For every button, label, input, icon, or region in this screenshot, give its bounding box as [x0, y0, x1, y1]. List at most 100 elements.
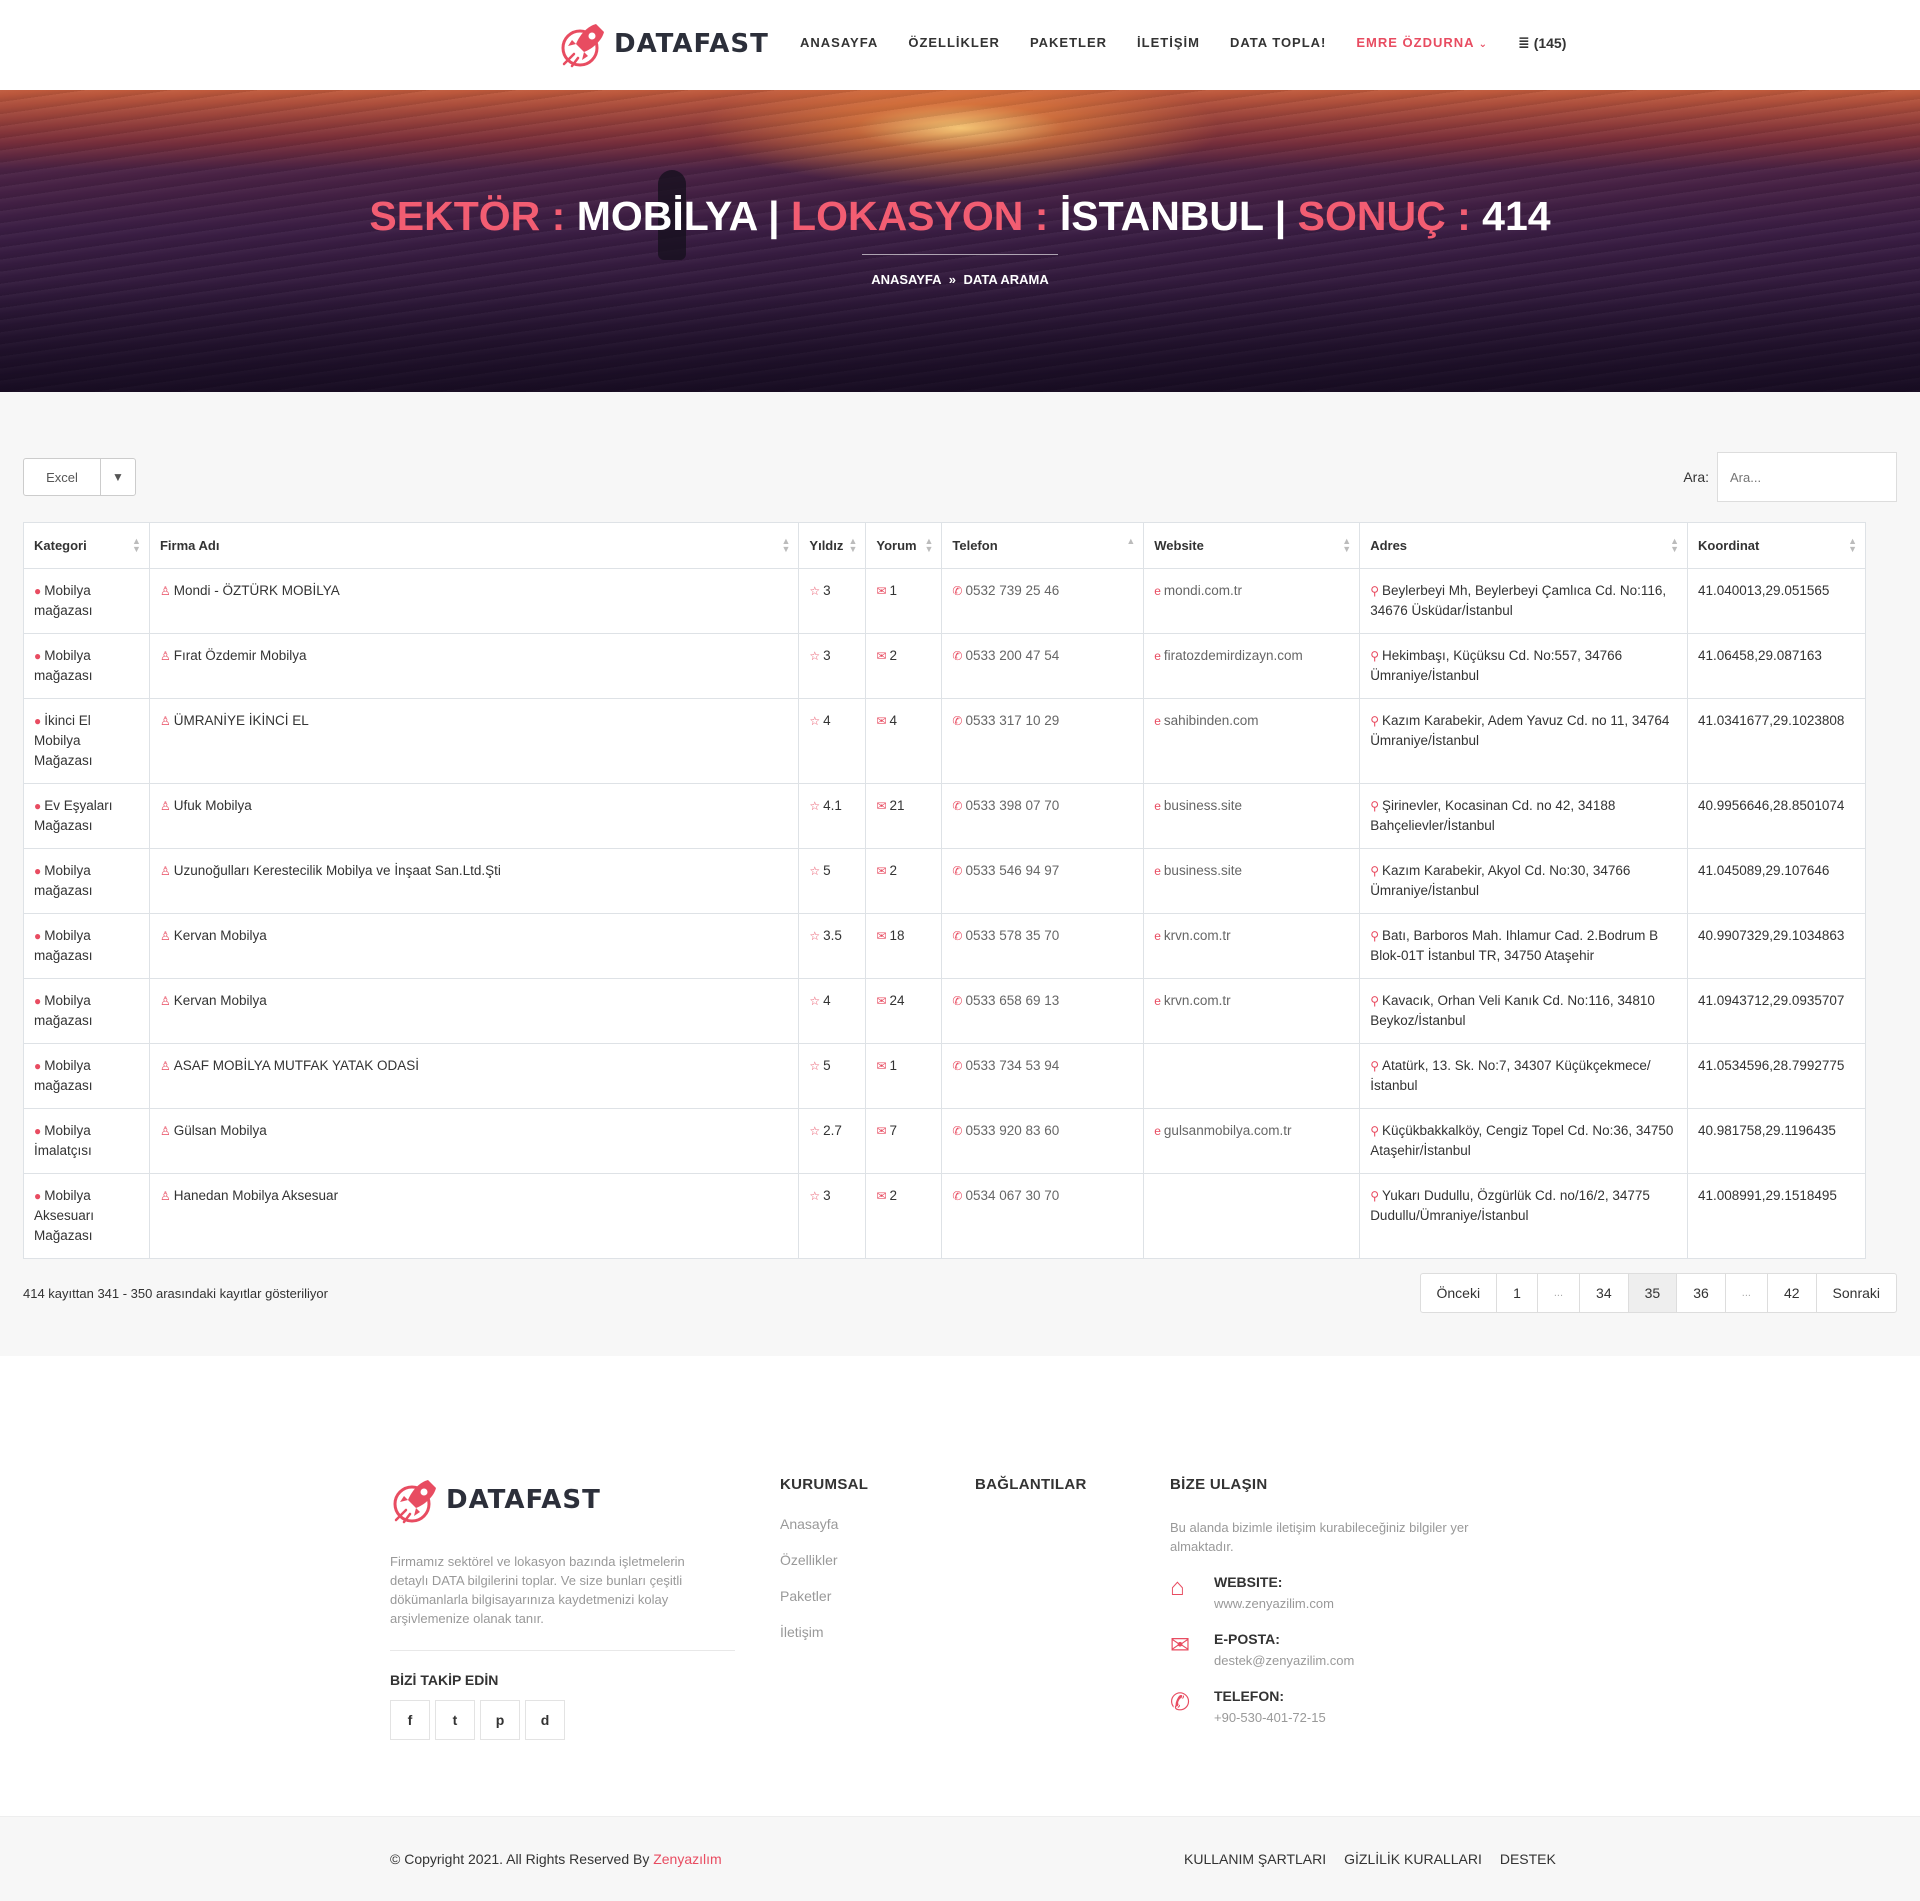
footer-link-features[interactable]: Özellikler [780, 1552, 838, 1568]
cell-coordinate-text: 41.008991,29.1518495 [1697, 1188, 1837, 1203]
terms-link[interactable]: KULLANIM ŞARTLARI [1184, 1851, 1326, 1867]
cell-website[interactable]: e krvn.com.tr [1143, 978, 1361, 1044]
footer-link-contact[interactable]: İletişim [780, 1624, 838, 1640]
col-header-website[interactable]: Website ▲ ▼ [1143, 522, 1361, 569]
col-header-phone[interactable]: Telefon ▲ [941, 522, 1145, 569]
nav-home[interactable]: ANASAYFA [800, 35, 878, 50]
cell-reviews: ✉ 21 [865, 783, 943, 849]
star-icon: ☆ [809, 1059, 821, 1073]
search-input[interactable] [1717, 452, 1897, 502]
support-link[interactable]: DESTEK [1500, 1851, 1556, 1867]
facebook-icon[interactable]: f [390, 1700, 430, 1740]
dropdown-arrow-icon[interactable]: ▼ [101, 459, 135, 495]
category-icon: ● [34, 1189, 42, 1203]
cell-phone-text: 0532 739 25 46 [965, 583, 1060, 598]
phone-value[interactable]: +90-530-401-72-15 [1214, 1710, 1326, 1725]
page-title: SEKTÖR : MOBİLYA | LOKASYON : İSTANBUL |… [0, 193, 1920, 240]
cell-website[interactable]: e business.site [1143, 848, 1361, 914]
user-icon: ♙ [159, 929, 171, 943]
cell-coordinate: 41.008991,29.1518495 [1686, 1173, 1867, 1259]
cell-website-text: krvn.com.tr [1163, 928, 1231, 943]
copyright-brand-link[interactable]: Zenyazılım [653, 1851, 721, 1867]
cell-rating-text: 4 [823, 713, 831, 728]
col-header-rating[interactable]: Yıldız ▲ ▼ [798, 522, 867, 569]
cell-category-text: Mobilya mağazası [34, 1058, 93, 1093]
location-value: İSTANBUL [1059, 193, 1264, 239]
cell-company-text: Kervan Mobilya [173, 928, 267, 943]
pagination-prev[interactable]: Önceki [1421, 1274, 1498, 1312]
cell-address-text: Yukarı Dudullu, Özgürlük Cd. no/16/2, 34… [1370, 1188, 1650, 1223]
user-name: EMRE ÖZDURNA [1356, 35, 1475, 50]
cell-coordinate-text: 41.0534596,28.7992775 [1697, 1058, 1845, 1073]
pinterest-icon[interactable]: p [480, 1700, 520, 1740]
nav-user-menu[interactable]: EMRE ÖZDURNA ⌄ [1356, 35, 1488, 50]
cell-reviews-text: 2 [889, 863, 897, 878]
cell-coordinate: 40.9956646,28.8501074 [1686, 783, 1867, 849]
col-header-category[interactable]: Kategori ▲ ▼ [23, 522, 150, 569]
cell-website [1143, 1043, 1361, 1109]
col-header-reviews[interactable]: Yorum ▲ ▼ [865, 522, 943, 569]
cell-phone-text: 0533 317 10 29 [965, 713, 1060, 728]
table-info: 414 kayıttan 341 - 350 arasındaki kayıtl… [23, 1285, 328, 1301]
footer-logo[interactable]: DATAFAST [390, 1474, 601, 1526]
excel-export-button[interactable]: Excel ▼ [23, 458, 136, 496]
social-links: f t p d [390, 1700, 565, 1740]
cell-website-text: krvn.com.tr [1163, 993, 1231, 1008]
credits-count: (145) [1533, 34, 1567, 51]
cell-company-text: Hanedan Mobilya Aksesuar [173, 1188, 339, 1203]
table-search: Ara: [1683, 452, 1897, 502]
col-header-coordinate[interactable]: Koordinat ▲ ▼ [1686, 522, 1867, 569]
cell-reviews: ✉ 7 [865, 1108, 943, 1174]
nav-packages[interactable]: PAKETLER [1030, 35, 1107, 50]
footer-description: Firmamız sektörel ve lokasyon bazında iş… [390, 1554, 685, 1626]
nav-contact[interactable]: İLETİŞİM [1137, 35, 1200, 50]
map-pin-icon: ⚲ [1370, 1124, 1379, 1138]
pagination-next[interactable]: Sonraki [1817, 1274, 1896, 1312]
comment-icon: ✉ [876, 864, 887, 878]
cell-coordinate-text: 41.040013,29.051565 [1697, 583, 1830, 598]
col-header-address[interactable]: Adres ▲ ▼ [1359, 522, 1688, 569]
cell-coordinate: 40.981758,29.1196435 [1686, 1108, 1867, 1174]
table-body: ● Mobilya mağazası ♙ Mondi - ÖZTÜRK MOBİLYA… [23, 568, 1867, 1259]
cell-category: ● Mobilya mağazası [23, 1043, 150, 1109]
pagination-page-35[interactable]: 35 [1628, 1274, 1678, 1312]
twitter-icon[interactable]: t [435, 1700, 475, 1740]
cell-category: ● Mobilya mağazası [23, 633, 150, 699]
user-icon: ♙ [159, 1189, 171, 1203]
breadcrumb-home[interactable]: ANASAYFA [871, 272, 941, 287]
site-logo[interactable]: DATAFAST [558, 18, 769, 70]
globe-icon: e [1154, 649, 1161, 663]
cell-category: ● İkinci El Mobilya Mağazası [23, 698, 150, 784]
cell-website[interactable]: e sahibinden.com [1143, 698, 1361, 784]
pagination-page-36[interactable]: 36 [1677, 1274, 1726, 1312]
cell-website[interactable]: e firatozdemirdizayn.com [1143, 633, 1361, 699]
sector-label: SEKTÖR : [369, 193, 566, 239]
kurumsal-links: Anasayfa Özellikler Paketler İletişim [780, 1516, 838, 1660]
footer-link-packages[interactable]: Paketler [780, 1588, 838, 1604]
cell-website[interactable]: e business.site [1143, 783, 1361, 849]
dribbble-icon[interactable]: d [525, 1700, 565, 1740]
location-label: LOKASYON : [791, 193, 1049, 239]
privacy-link[interactable]: GİZLİLİK KURALLARI [1344, 1851, 1482, 1867]
excel-label[interactable]: Excel [24, 459, 101, 495]
cell-website[interactable]: e mondi.com.tr [1143, 568, 1361, 634]
globe-icon: e [1154, 1124, 1161, 1138]
col-header-company[interactable]: Firma Adı ▲ ▼ [148, 522, 800, 569]
pagination-page-1[interactable]: 1 [1497, 1274, 1538, 1312]
nav-features[interactable]: ÖZELLİKLER [908, 35, 1000, 50]
cell-address: ⚲ Yukarı Dudullu, Özgürlük Cd. no/16/2, 3… [1359, 1173, 1688, 1259]
pagination-page-34[interactable]: 34 [1580, 1274, 1629, 1312]
email-value[interactable]: destek@zenyazilim.com [1214, 1653, 1354, 1668]
cell-category-text: İkinci El Mobilya Mağazası [34, 713, 93, 768]
nav-credits[interactable]: ≣ (145) [1518, 34, 1566, 51]
website-value[interactable]: www.zenyazilim.com [1214, 1596, 1334, 1611]
category-icon: ● [34, 929, 42, 943]
nav-collect-data[interactable]: DATA TOPLA! [1230, 35, 1326, 50]
contact-title: BİZE ULAŞIN [1170, 1476, 1268, 1493]
table-header-row: Kategori ▲ ▼ Firma Adı ▲ ▼ Yıldız ▲ ▼ Yorum ▲ ▼ … [23, 522, 1867, 569]
cell-website[interactable]: e krvn.com.tr [1143, 913, 1361, 979]
cell-address-text: Batı, Barboros Mah. Ihlamur Cad. 2.Bodru… [1370, 928, 1659, 963]
cell-website[interactable]: e gulsanmobilya.com.tr [1143, 1108, 1361, 1174]
footer-link-home[interactable]: Anasayfa [780, 1516, 838, 1532]
pagination-page-42[interactable]: 42 [1768, 1274, 1817, 1312]
